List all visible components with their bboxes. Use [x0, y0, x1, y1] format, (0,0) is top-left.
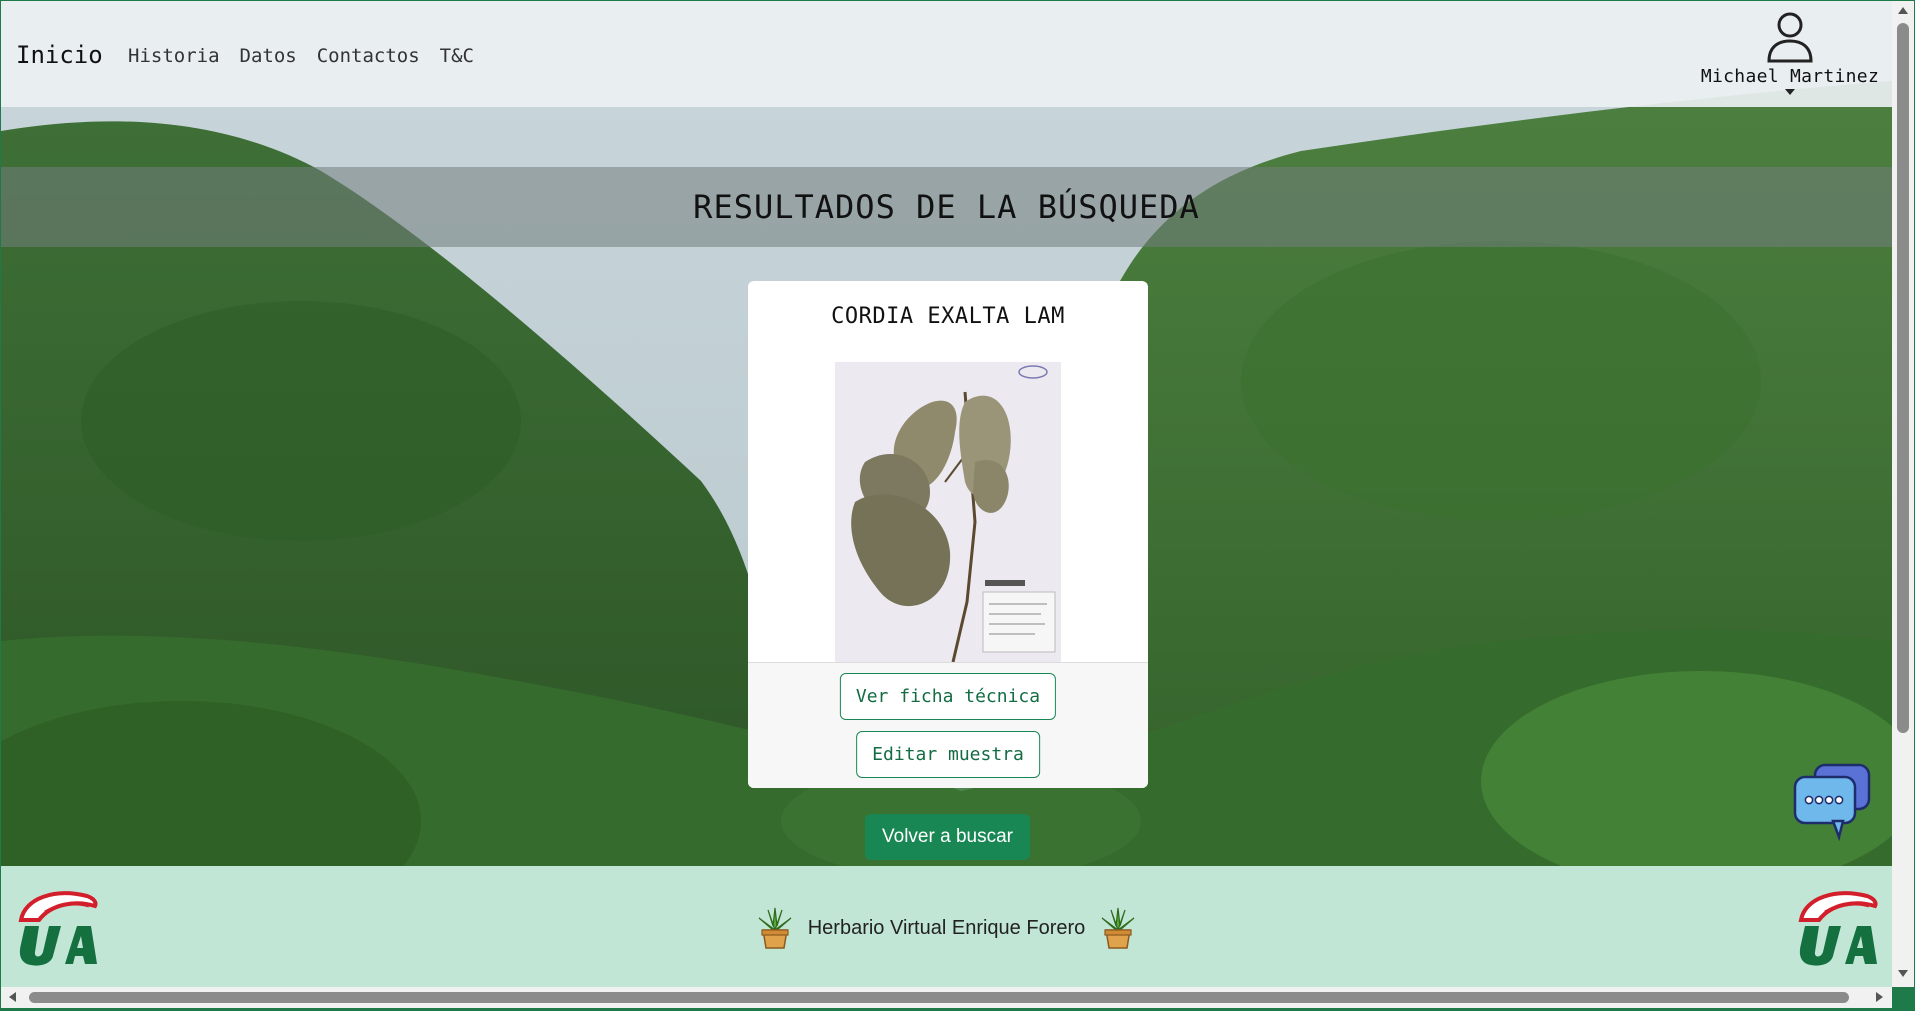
card-footer: Ver ficha técnica Editar muestra	[748, 662, 1148, 788]
footer-center: Herbario Virtual Enrique Forero	[1, 906, 1892, 950]
footer-title: Herbario Virtual Enrique Forero	[807, 916, 1086, 939]
scroll-left-arrow[interactable]	[9, 992, 16, 1002]
view-datasheet-button[interactable]: Ver ficha técnica	[839, 673, 1057, 720]
user-name: Michael Martinez	[1700, 66, 1880, 87]
nav-link-historia[interactable]: Historia	[128, 45, 220, 67]
page-title: RESULTADOS DE LA BÚSQUEDA	[693, 188, 1200, 226]
vertical-scroll-thumb[interactable]	[1897, 23, 1909, 733]
edit-sample-button[interactable]: Editar muestra	[856, 731, 1040, 778]
chevron-down-icon	[1785, 89, 1795, 95]
horizontal-scroll-thumb[interactable]	[29, 992, 1849, 1003]
potted-plant-icon	[1101, 907, 1135, 949]
result-card: CORDIA EXALTA LAM Ver ficha técnica Edit…	[748, 281, 1148, 788]
potted-plant-icon	[758, 907, 792, 949]
scroll-up-arrow[interactable]	[1898, 7, 1908, 14]
vertical-scrollbar[interactable]	[1892, 1, 1914, 987]
nav-link-contactos[interactable]: Contactos	[317, 45, 420, 67]
top-navbar: Inicio Historia Datos Contactos T&C Mich…	[1, 1, 1892, 107]
page-footer: Herbario Virtual Enrique Forero	[1, 866, 1892, 987]
species-name: CORDIA EXALTA LAM	[831, 304, 1065, 329]
results-banner: RESULTADOS DE LA BÚSQUEDA	[1, 167, 1892, 247]
user-menu-dropdown[interactable]: Michael Martinez	[1700, 11, 1880, 101]
herbarium-specimen-image	[835, 362, 1061, 663]
nav-home-link[interactable]: Inicio	[16, 41, 103, 69]
scroll-right-arrow[interactable]	[1876, 992, 1883, 1002]
person-icon	[1767, 12, 1813, 63]
horizontal-scrollbar[interactable]	[1, 987, 1892, 1008]
university-logo	[1798, 891, 1878, 966]
search-again-button[interactable]: Volver a buscar	[865, 814, 1030, 860]
scroll-down-arrow[interactable]	[1898, 970, 1908, 977]
chat-bubbles-icon[interactable]	[1793, 763, 1873, 843]
nav-link-datos[interactable]: Datos	[240, 45, 297, 67]
nav-link-terms[interactable]: T&C	[440, 45, 474, 67]
nav-links: Historia Datos Contactos T&C	[128, 45, 474, 67]
page-viewport: Inicio Historia Datos Contactos T&C Mich…	[1, 1, 1892, 987]
